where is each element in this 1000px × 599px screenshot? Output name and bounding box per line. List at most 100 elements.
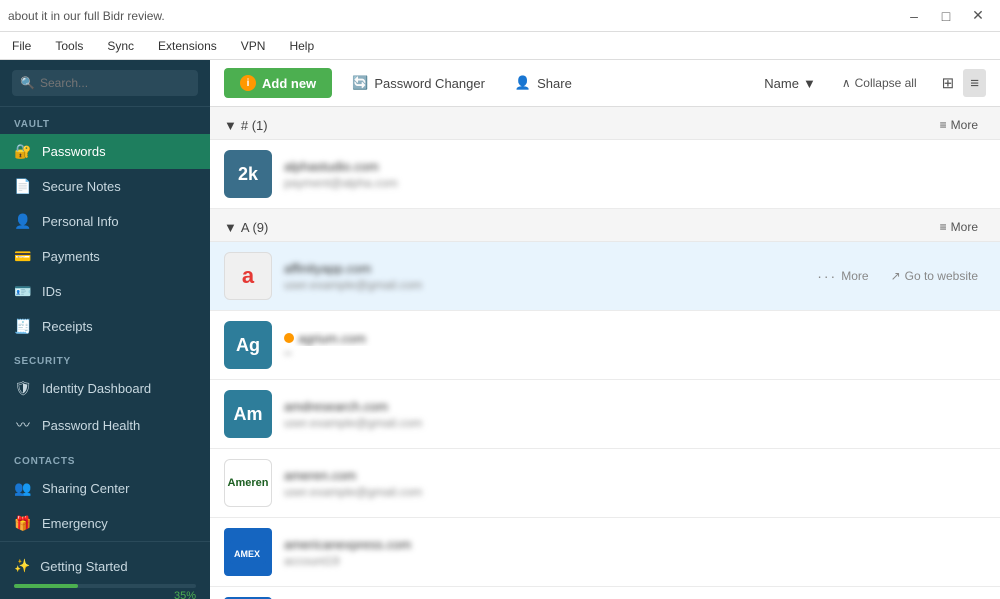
item-info-2k: alphastudio.com payment@alpha.com	[284, 159, 986, 190]
group-more-button-hash[interactable]: ≡ More	[932, 115, 986, 135]
getting-started-icon: ✨	[14, 558, 30, 574]
titlebar: about it in our full Bidr review. – □ ✕	[0, 0, 1000, 32]
item-logo-amex1: AMEX	[224, 528, 272, 576]
password-changer-button[interactable]: 🔄 Password Changer	[342, 69, 495, 97]
sidebar: 🔍 VAULT 🔐 Passwords 📄 Secure Notes 👤 Per…	[0, 60, 210, 599]
menu-tools[interactable]: Tools	[51, 37, 87, 55]
progress-label: 35%	[174, 590, 196, 599]
sidebar-item-emergency[interactable]: 🎁 Emergency	[0, 506, 210, 541]
password-list[interactable]: ▼ # (1) ≡ More 2k alphastudio.com paymen…	[210, 107, 1000, 599]
sidebar-item-identity-dashboard[interactable]: 🛡 Identity Dashboard	[0, 371, 210, 406]
item-info-am: amdresearch.com user.example@gmail.com	[284, 399, 986, 430]
grid-view-button[interactable]: ⊞	[935, 69, 962, 97]
sidebar-item-ids[interactable]: 🪪 IDs	[0, 274, 210, 309]
logo-text-a1: a	[242, 263, 254, 289]
sidebar-item-password-health[interactable]: 〰 Password Health	[0, 406, 210, 444]
item-title-a1: affinityapp.com	[284, 261, 797, 276]
list-view-button[interactable]: ≡	[963, 69, 986, 97]
menu-help[interactable]: Help	[285, 37, 318, 55]
sidebar-item-payments[interactable]: 💳 Payments	[0, 239, 210, 274]
sidebar-item-personal-info-label: Personal Info	[42, 214, 119, 229]
collapse-all-label: Collapse all	[855, 76, 917, 90]
sidebar-item-ids-label: IDs	[42, 284, 62, 299]
add-new-label: Add new	[262, 76, 316, 91]
search-input[interactable]	[12, 70, 198, 96]
sort-chevron-down-icon: ▼	[803, 76, 816, 91]
getting-started-label: Getting Started	[40, 559, 127, 574]
collapse-all-button[interactable]: ∧ Collapse all	[834, 73, 925, 93]
list-item[interactable]: Ameren ameren.com user.example@gmail.com	[210, 449, 1000, 518]
sidebar-item-emergency-label: Emergency	[42, 516, 108, 531]
vault-section-label: VAULT	[0, 107, 210, 134]
list-item[interactable]: AMEX americanexpress.com account19	[210, 518, 1000, 587]
share-icon: 👤	[515, 75, 531, 91]
group-header-hash: ▼ # (1) ≡ More	[210, 107, 1000, 140]
group-collapse-icon-hash: ▼	[224, 118, 237, 133]
group-title-hash: ▼ # (1)	[224, 118, 268, 133]
item-info-a1: affinityapp.com user.example@gmail.com	[284, 261, 797, 292]
sharing-center-icon: 👥	[14, 480, 32, 497]
minimize-button[interactable]: –	[900, 6, 928, 26]
close-button[interactable]: ✕	[964, 6, 992, 26]
menu-vpn[interactable]: VPN	[237, 37, 270, 55]
item-subtitle-ag: ••	[284, 348, 986, 360]
group-collapse-icon-a: ▼	[224, 220, 237, 235]
titlebar-controls: – □ ✕	[900, 6, 992, 26]
item-subtitle-am: user.example@gmail.com	[284, 416, 986, 430]
item-logo-2k: 2k	[224, 150, 272, 198]
sidebar-item-receipts-label: Receipts	[42, 319, 93, 334]
passwords-icon: 🔐	[14, 143, 32, 160]
sidebar-item-secure-notes-label: Secure Notes	[42, 179, 121, 194]
payments-icon: 💳	[14, 248, 32, 265]
orange-dot-icon	[284, 333, 294, 343]
toolbar: i Add new 🔄 Password Changer 👤 Share Nam…	[210, 60, 1000, 107]
item-logo-am: Am	[224, 390, 272, 438]
item-actions-a1: ··· More ↗ Go to website	[809, 264, 986, 288]
item-info-ameren: ameren.com user.example@gmail.com	[284, 468, 986, 499]
item-subtitle-ameren: user.example@gmail.com	[284, 485, 986, 499]
logo-text-2k: 2k	[238, 164, 258, 185]
item-info-ag: agrium.com ••	[284, 331, 986, 360]
sort-button[interactable]: Name ▼	[756, 70, 824, 97]
item-more-button-a1[interactable]: ··· More	[809, 264, 876, 288]
sort-label: Name	[764, 76, 799, 91]
share-button[interactable]: 👤 Share	[505, 69, 582, 97]
password-health-icon: 〰	[14, 415, 32, 435]
sidebar-item-passwords[interactable]: 🔐 Passwords	[0, 134, 210, 169]
item-title-am: amdresearch.com	[284, 399, 986, 414]
content-area: i Add new 🔄 Password Changer 👤 Share Nam…	[210, 60, 1000, 599]
item-logo-ameren: Ameren	[224, 459, 272, 507]
sidebar-item-receipts[interactable]: 🧾 Receipts	[0, 309, 210, 344]
item-logo-ag: Ag	[224, 321, 272, 369]
list-item[interactable]: 2k alphastudio.com payment@alpha.com	[210, 140, 1000, 209]
list-item[interactable]: AMEX americanexpress.com account19	[210, 587, 1000, 599]
menu-sync[interactable]: Sync	[103, 37, 138, 55]
main-container: 🔍 VAULT 🔐 Passwords 📄 Secure Notes 👤 Per…	[0, 60, 1000, 599]
list-item[interactable]: Am amdresearch.com user.example@gmail.co…	[210, 380, 1000, 449]
maximize-button[interactable]: □	[932, 6, 960, 26]
getting-started-item[interactable]: ✨ Getting Started	[14, 552, 196, 580]
sidebar-item-sharing-center[interactable]: 👥 Sharing Center	[0, 471, 210, 506]
titlebar-text: about it in our full Bidr review.	[8, 9, 165, 23]
item-goto-label-a1: Go to website	[905, 269, 978, 283]
sidebar-item-personal-info[interactable]: 👤 Personal Info	[0, 204, 210, 239]
info-icon: i	[240, 75, 256, 91]
menubar: File Tools Sync Extensions VPN Help	[0, 32, 1000, 60]
item-goto-button-a1[interactable]: ↗ Go to website	[883, 265, 986, 287]
sidebar-item-secure-notes[interactable]: 📄 Secure Notes	[0, 169, 210, 204]
item-subtitle-amex1: account19	[284, 554, 986, 568]
menu-file[interactable]: File	[8, 37, 35, 55]
menu-extensions[interactable]: Extensions	[154, 37, 221, 55]
list-item[interactable]: a affinityapp.com user.example@gmail.com…	[210, 242, 1000, 311]
group-header-a: ▼ A (9) ≡ More	[210, 209, 1000, 242]
group-title-a: ▼ A (9)	[224, 220, 268, 235]
item-title-ag: agrium.com	[284, 331, 986, 346]
item-logo-a1: a	[224, 252, 272, 300]
more-dots-icon: ···	[817, 268, 837, 284]
group-more-button-a[interactable]: ≡ More	[932, 217, 986, 237]
ids-icon: 🪪	[14, 283, 32, 300]
add-new-button[interactable]: i Add new	[224, 68, 332, 98]
list-item[interactable]: Ag agrium.com ••	[210, 311, 1000, 380]
svg-text:AMEX: AMEX	[234, 549, 260, 559]
lines-icon-a: ≡	[940, 220, 947, 234]
